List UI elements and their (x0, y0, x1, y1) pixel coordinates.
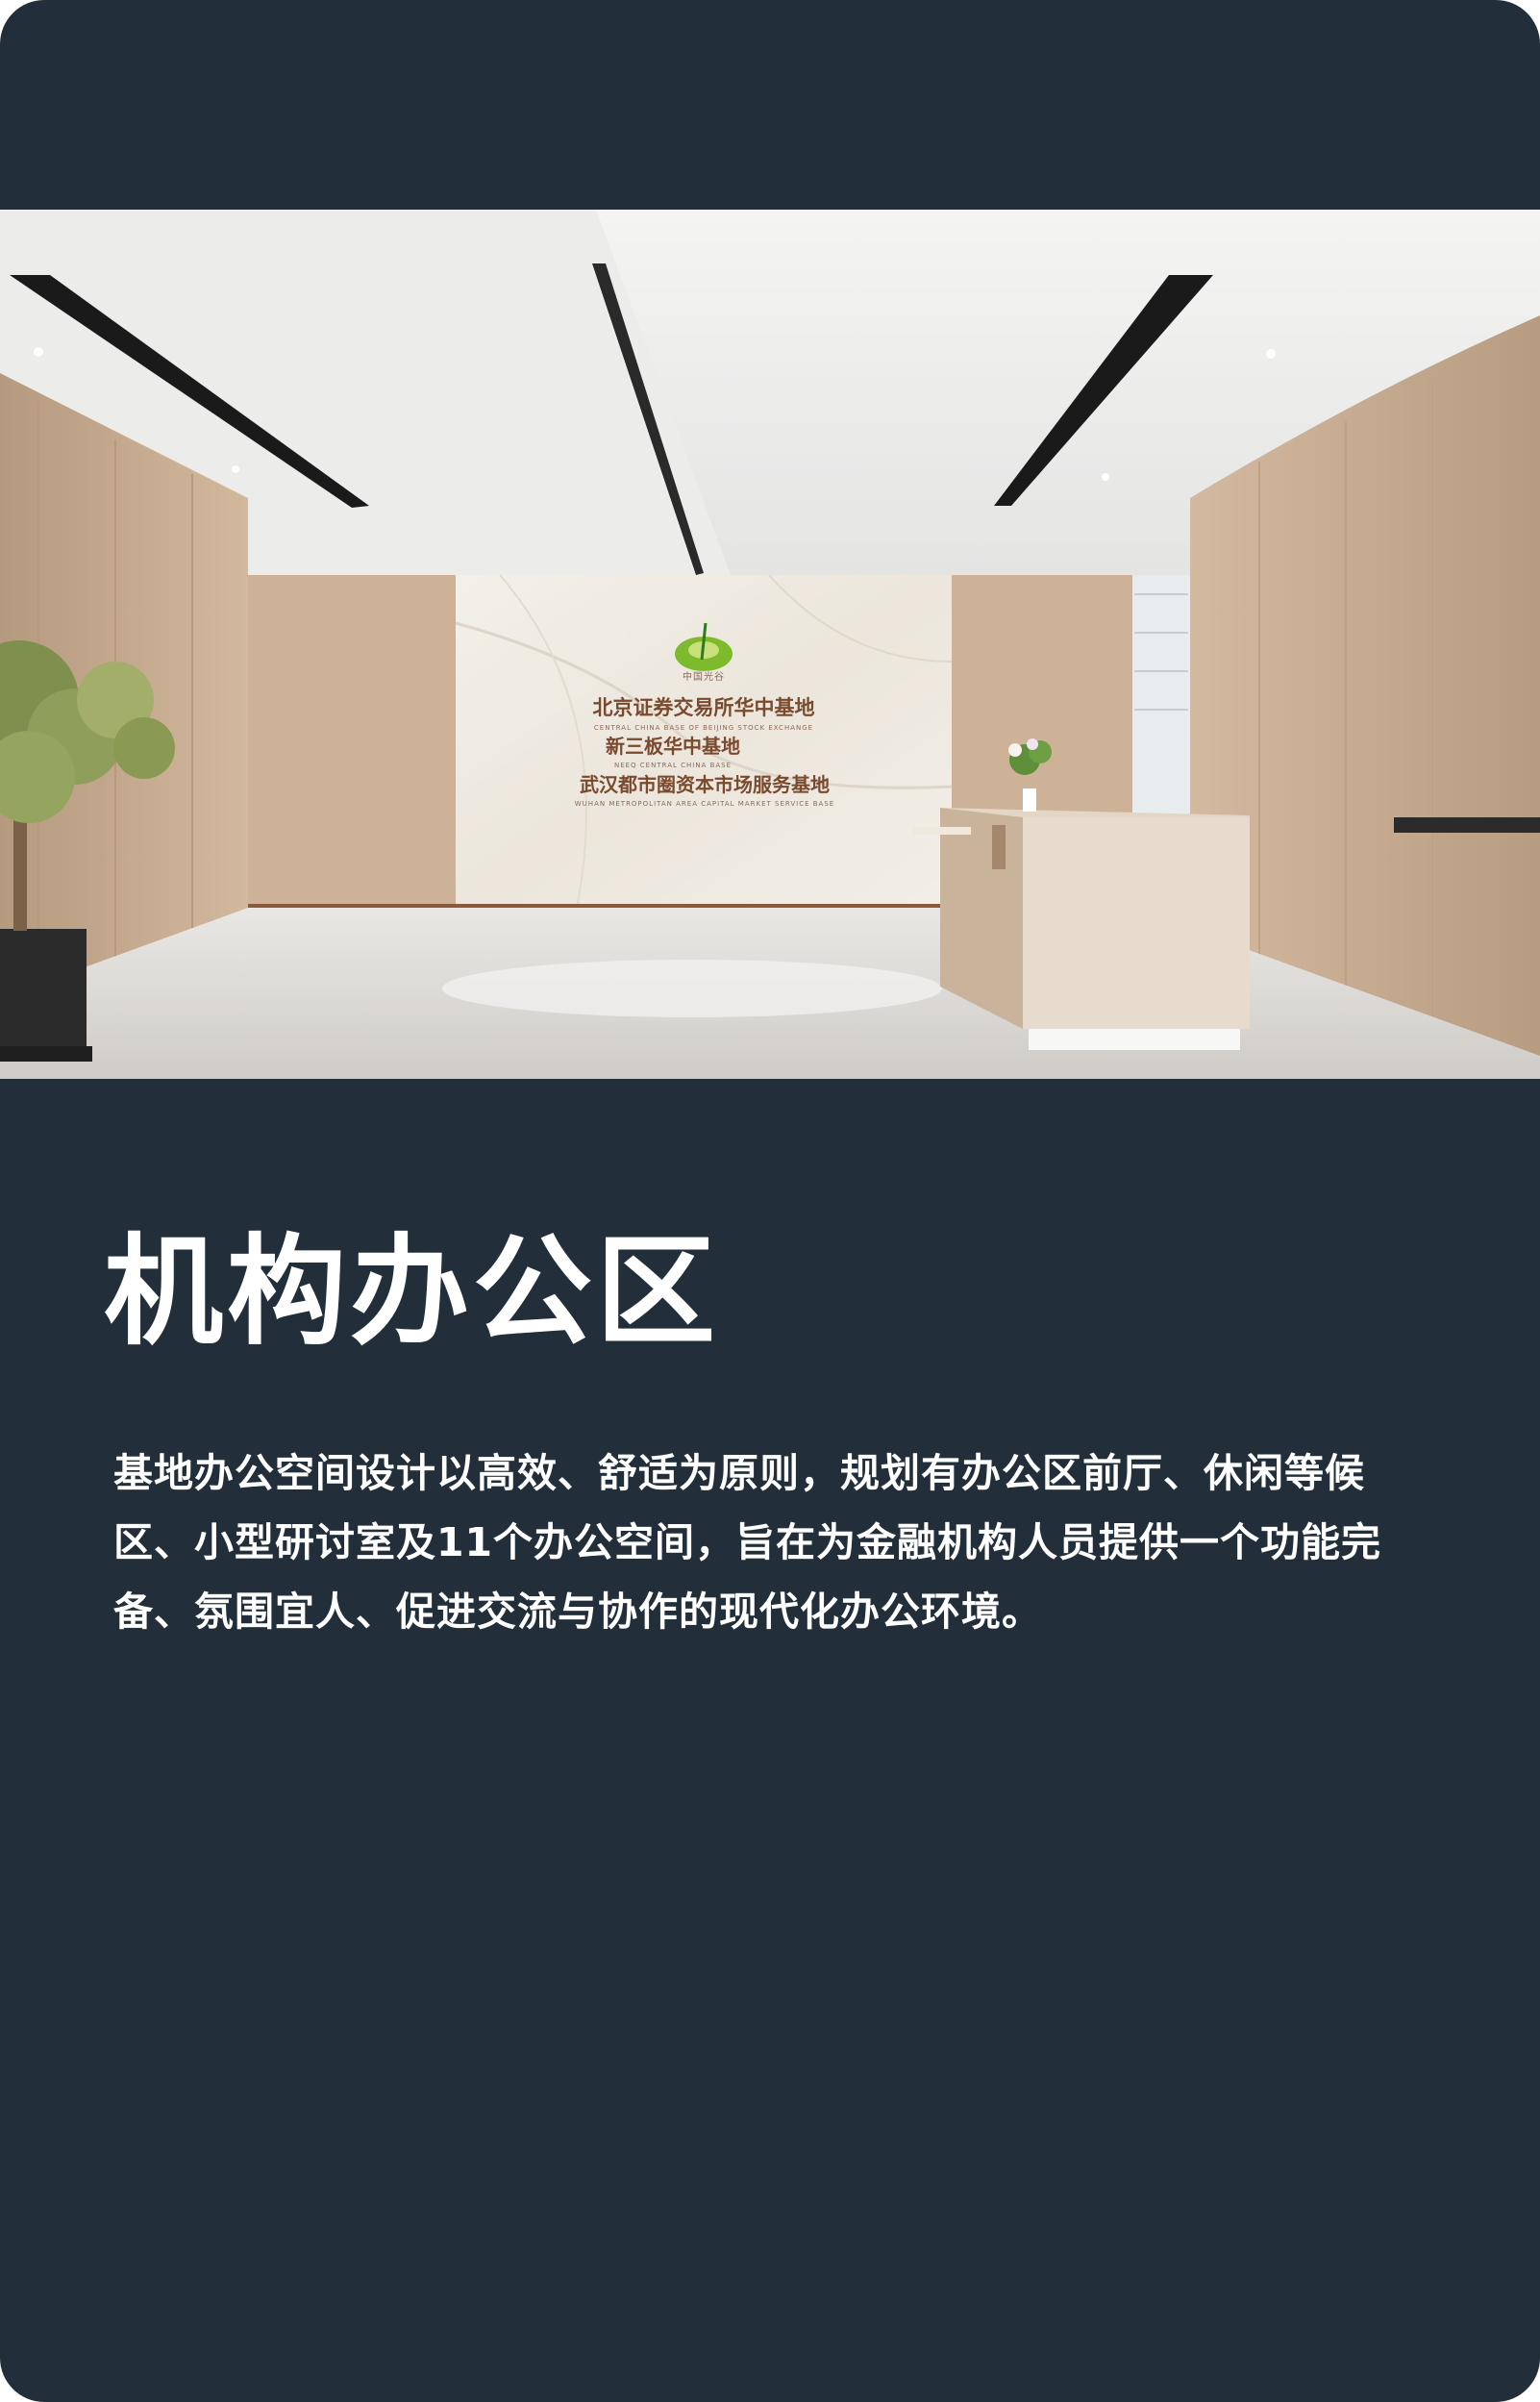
sign-line-3: 新三板华中基地 (606, 735, 740, 758)
sign-line-4: NEEQ CENTRAL CHINA BASE (614, 762, 732, 769)
content-card: 中国光谷 北京证券交易所华中基地 CENTRAL CHINA BASE OF B… (0, 0, 1540, 2402)
section-title: 机构办公区 (104, 1223, 720, 1362)
logo-text: 中国光谷 (683, 670, 725, 683)
sign-line-2: CENTRAL CHINA BASE OF BEIJING STOCK EXCH… (594, 724, 813, 732)
sign-line-1: 北京证券交易所华中基地 (593, 696, 815, 719)
sign-line-6: WUHAN METROPOLITAN AREA CAPITAL MARKET S… (575, 800, 834, 808)
section-description: 基地办公空间设计以高效、舒适为原则，规划有办公区前厅、休闲等候区、小型研讨室及1… (113, 1450, 1382, 1635)
office-lobby-photo: 中国光谷 北京证券交易所华中基地 CENTRAL CHINA BASE OF B… (0, 210, 1540, 1079)
sign-line-5: 武汉都市圈资本市场服务基地 (580, 773, 830, 796)
